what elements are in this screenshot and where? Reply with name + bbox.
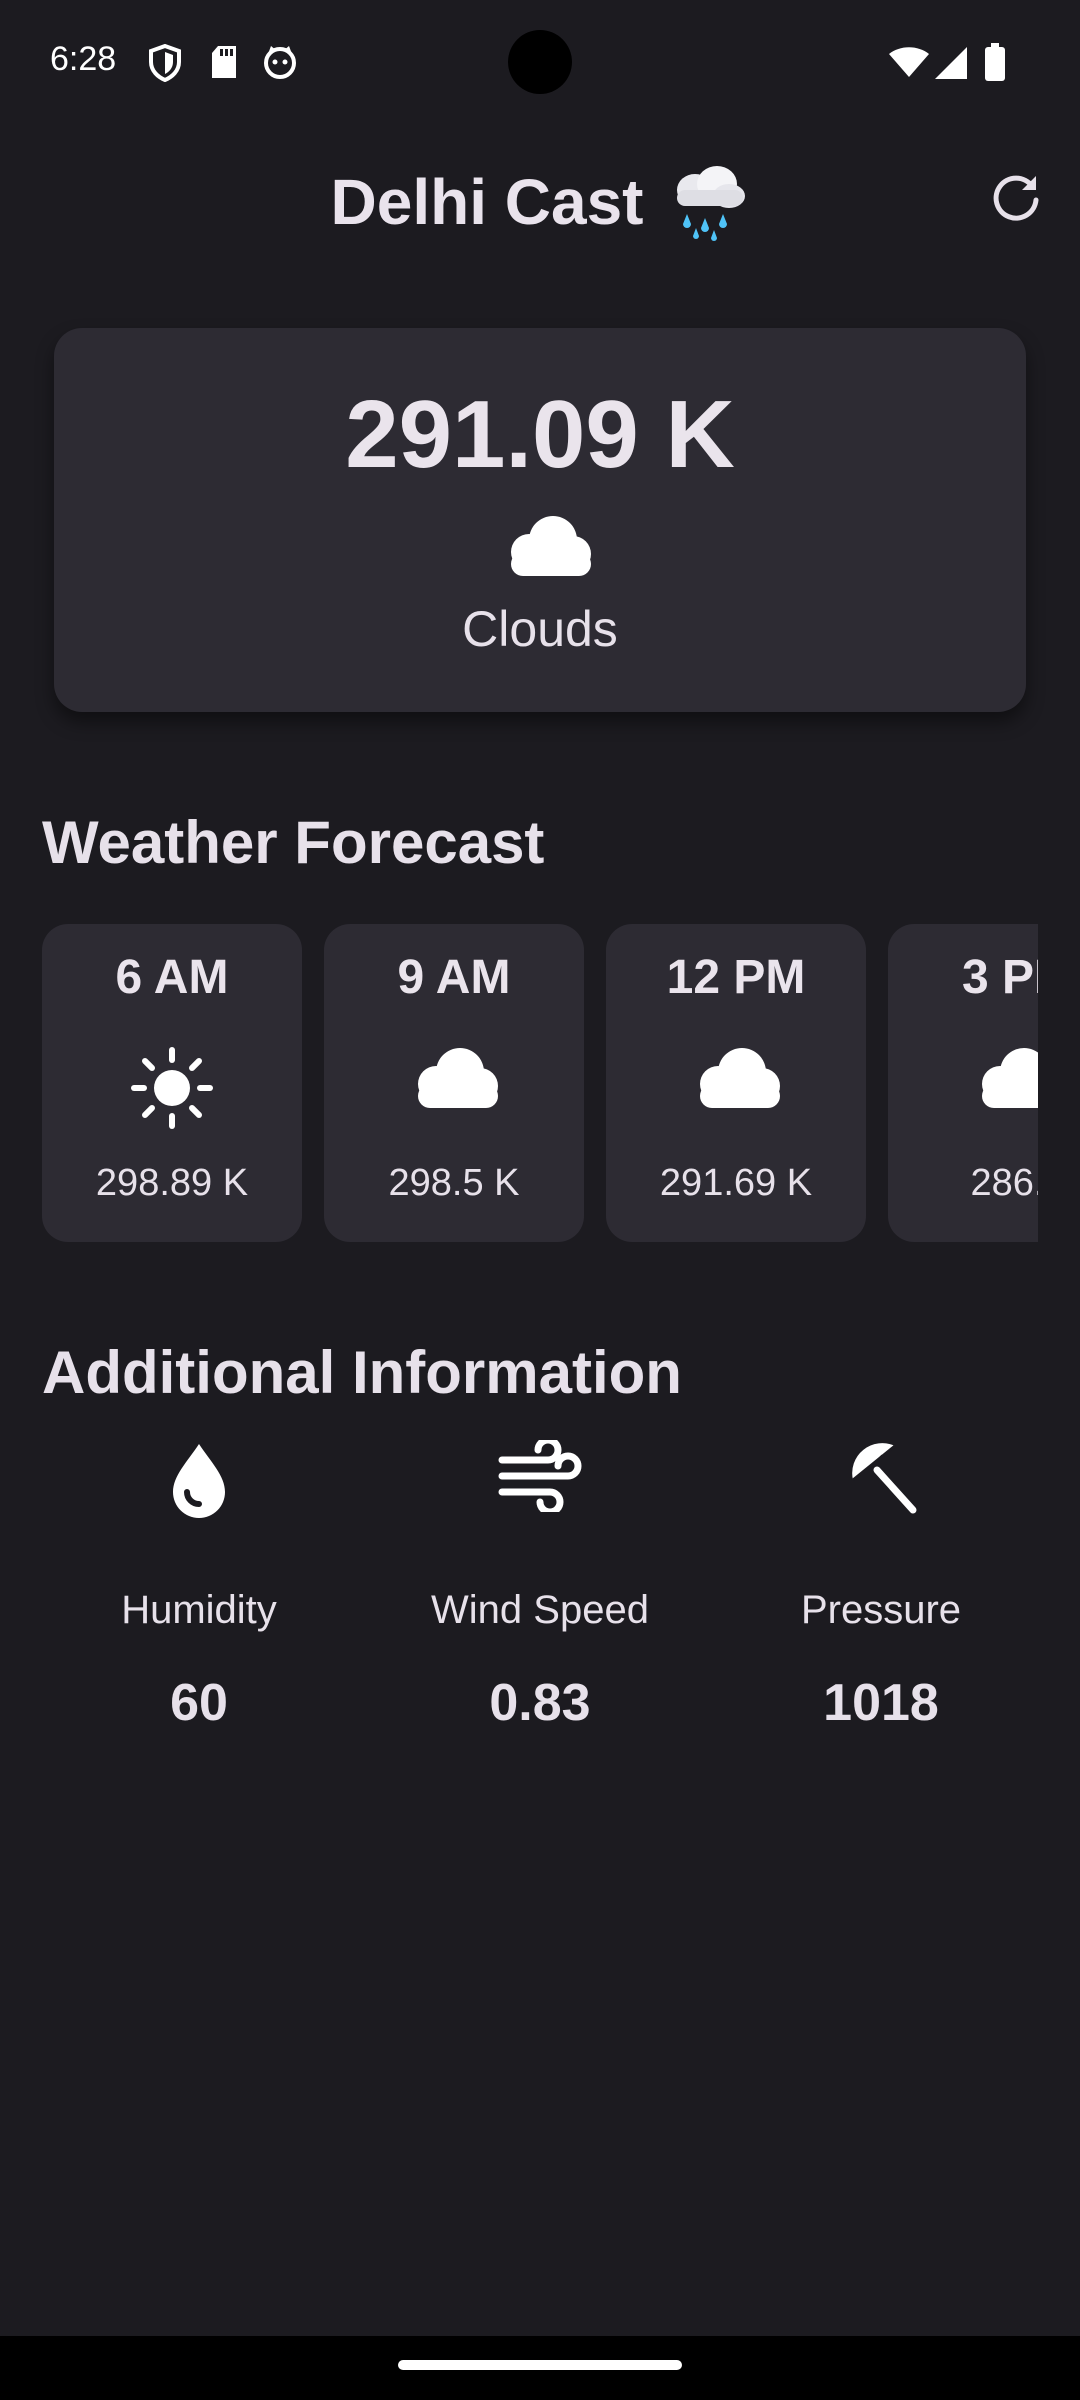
title-text: Delhi Cast [330,166,644,238]
humidity-value: 60 [170,1674,228,1732]
cloud-icon [982,1048,1038,1108]
forecast-temperature: 298.89 K [95,1162,249,1204]
cat-face-icon [264,46,296,79]
wifi-icon [889,47,929,77]
forecast-time: 12 PM [666,951,806,1004]
app-root: 6:28 Delhi Cast 291.09 K Clouds Weather … [0,0,1080,2400]
sd-card-icon [212,46,236,78]
status-bar: 6:28 [0,0,1080,130]
humidity-label: Humidity [121,1588,277,1632]
pressure-item: Pressure 1018 [710,1440,1052,1733]
forecast-card: 12 PM 291.69 K [606,924,866,1242]
shield-icon [149,44,181,82]
cloud-icon [511,516,591,576]
sun-icon [131,1047,213,1129]
forecast-time: 9 AM [397,951,511,1004]
pressure-value: 1018 [823,1674,939,1732]
forecast-section-title: Weather Forecast [42,809,545,876]
humidity-item: Humidity 60 [28,1440,370,1733]
water-drop-icon [173,1444,225,1518]
wind-icon [498,1436,582,1516]
forecast-temperature: 298.5 K [388,1162,520,1204]
beach-umbrella-icon [852,1443,917,1514]
forecast-card: 3 PM 286.8 [888,924,1038,1242]
cloud-rain-emoji-icon [677,166,746,241]
battery-icon [985,43,1005,81]
home-indicator[interactable] [398,2360,682,2370]
cellular-signal-icon [935,47,967,79]
wind-speed-value: 0.83 [489,1674,591,1732]
forecast-list[interactable]: 6 AM 298.89 K 9 AM 298.5 K 12 PM 291.69 … [42,924,1038,1244]
forecast-time: 6 AM [115,951,229,1004]
current-temperature: 291.09 K [345,381,735,488]
cloud-icon [700,1048,780,1108]
refresh-button[interactable] [988,170,1044,226]
forecast-temperature: 286.8 [970,1162,1038,1204]
wind-speed-label: Wind Speed [431,1588,649,1632]
forecast-temperature: 291.69 K [659,1162,813,1204]
forecast-time: 3 PM [961,951,1038,1004]
forecast-card: 9 AM 298.5 K [324,924,584,1242]
status-time: 6:28 [50,40,117,78]
forecast-card: 6 AM 298.89 K [42,924,302,1242]
camera-cutout [508,30,572,94]
additional-section-title: Additional Information [42,1339,682,1406]
cloud-icon [418,1048,498,1108]
pressure-label: Pressure [800,1588,962,1632]
current-weather-card: 291.09 K Clouds [54,328,1026,712]
app-title: Delhi Cast [0,160,1080,244]
wind-speed-item: Wind Speed 0.83 [369,1436,711,1733]
current-condition: Clouds [462,601,618,657]
additional-info-row: Humidity 60 Wind Speed 0.83 Pressure 101… [0,1436,1080,1732]
